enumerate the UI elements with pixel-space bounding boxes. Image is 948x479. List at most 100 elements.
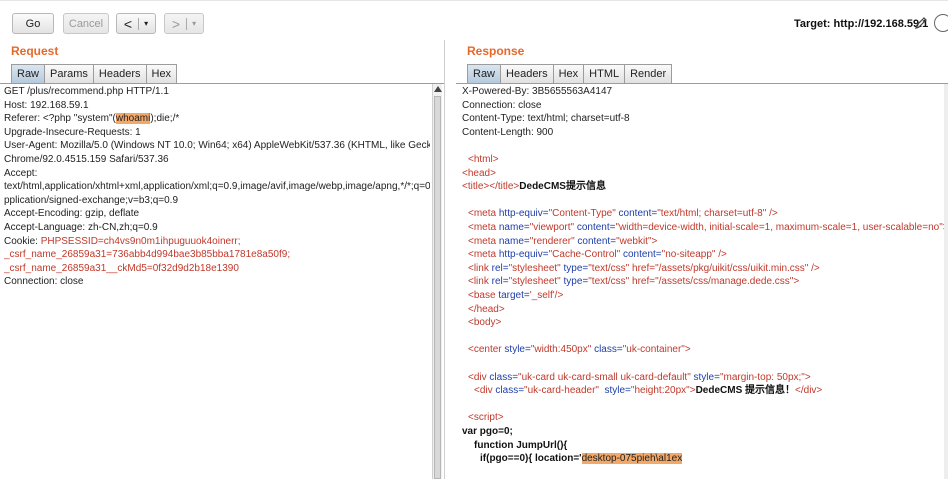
code-token: var pgo=0; bbox=[462, 426, 513, 437]
code-line: <div class="uk-card-header" style="heigh… bbox=[462, 385, 822, 397]
code-line: <div class="uk-card uk-card-small uk-car… bbox=[462, 372, 811, 384]
code-token: "stylesheet" bbox=[508, 262, 564, 274]
code-token: content= bbox=[576, 222, 616, 233]
code-token: <meta bbox=[468, 235, 499, 247]
tab-headers[interactable]: Headers bbox=[500, 64, 554, 83]
tab-hex[interactable]: Hex bbox=[552, 64, 585, 83]
code-token: target= bbox=[498, 290, 530, 301]
code-token: Content-Type: text/html; charset=utf-8 bbox=[462, 113, 630, 125]
tab-hex[interactable]: Hex bbox=[145, 64, 178, 83]
code-token: Accept-Encoding: gzip, deflate bbox=[4, 208, 140, 220]
code-token: <meta bbox=[468, 208, 499, 220]
code-token: style= bbox=[693, 371, 720, 383]
tab-params[interactable]: Params bbox=[44, 64, 94, 83]
code-token: <center bbox=[468, 344, 505, 356]
code-token: "text/css" href="/assets/pkg/uikit/css/u… bbox=[588, 262, 820, 274]
toolbar: Go Cancel < ▾ > ▾ Target: http://192.168… bbox=[0, 0, 948, 40]
code-token: <link bbox=[468, 276, 492, 288]
separator bbox=[186, 17, 188, 30]
edit-target-icon[interactable] bbox=[913, 15, 929, 31]
tab-headers[interactable]: Headers bbox=[92, 64, 147, 83]
scroll-thumb[interactable] bbox=[434, 96, 441, 479]
code-line: User-Agent: Mozilla/5.0 (Windows NT 10.0… bbox=[4, 140, 430, 152]
help-icon[interactable] bbox=[934, 14, 948, 32]
forward-button[interactable]: > ▾ bbox=[164, 13, 204, 34]
code-token: "Cache-Control" bbox=[548, 249, 623, 261]
tab-html[interactable]: HTML bbox=[583, 64, 626, 83]
code-token: name= bbox=[498, 222, 530, 233]
code-token: function JumpUrl(){ bbox=[474, 439, 568, 451]
code-token: User-Agent: Mozilla/5.0 (Windows NT 10.0… bbox=[4, 140, 430, 152]
pane-splitter[interactable] bbox=[444, 40, 445, 479]
request-editor[interactable]: GET /plus/recommend.php HTTP/1.1 Host: 19… bbox=[4, 84, 430, 479]
chevron-left-icon: < bbox=[123, 15, 133, 32]
code-token: Cookie: bbox=[4, 235, 41, 247]
code-token: Upgrade-Insecure-Requests: 1 bbox=[4, 126, 141, 138]
code-token: Referer: <?php "system"( bbox=[4, 113, 116, 125]
code-token: "uk-card-header" bbox=[524, 385, 605, 397]
code-token: pplication/signed-exchange;v=b3;q=0.9 bbox=[4, 194, 179, 206]
code-line: _csrf_name_26859a31__ckMd5=0f32d9d2b18e1… bbox=[4, 263, 239, 275]
code-token: class= bbox=[594, 344, 623, 356]
code-token: _csrf_name_26859a31=736abb4d994bae3b85bb… bbox=[4, 249, 291, 261]
separator bbox=[138, 17, 140, 30]
code-token: class= bbox=[495, 385, 525, 397]
code-line: _csrf_name_26859a31=736abb4d994bae3b85bb… bbox=[4, 249, 290, 261]
code-line: function JumpUrl(){ bbox=[462, 440, 567, 452]
code-token: <base bbox=[468, 290, 499, 301]
response-scrollbar[interactable] bbox=[944, 84, 948, 479]
go-button[interactable]: Go bbox=[12, 13, 54, 34]
back-button[interactable]: < ▾ bbox=[116, 13, 156, 34]
code-line: Connection: close bbox=[4, 276, 84, 288]
code-token: <div bbox=[468, 371, 490, 383]
request-scrollbar[interactable] bbox=[432, 84, 442, 479]
code-line: <meta http-equiv="Cache-Control" content… bbox=[462, 249, 727, 261]
code-line: <meta name="renderer" content="webkit"> bbox=[462, 236, 657, 248]
code-line: <meta name="viewport" content="width=dev… bbox=[462, 222, 944, 234]
code-token: style= bbox=[604, 385, 631, 397]
code-line: Upgrade-Insecure-Requests: 1 bbox=[4, 127, 141, 139]
code-line: Chrome/92.0.4515.159 Safari/537.36 bbox=[4, 154, 169, 166]
code-line: Accept: bbox=[4, 168, 37, 180]
code-token: if(pgo==0){ location=' bbox=[480, 453, 582, 465]
cancel-label: Cancel bbox=[68, 17, 104, 30]
scroll-up-icon[interactable] bbox=[434, 86, 442, 92]
code-token: class= bbox=[489, 371, 519, 383]
response-editor[interactable]: X-Powered-By: 3B5655563A4147 Connection: … bbox=[462, 84, 944, 479]
code-token: content= bbox=[622, 249, 662, 261]
go-label: Go bbox=[25, 17, 41, 30]
chevron-down-icon: ▾ bbox=[192, 19, 197, 28]
code-token: DedeCMS 提示信息！ bbox=[695, 385, 796, 397]
code-token: content= bbox=[577, 235, 617, 247]
code-token: "text/html; charset=utf-8" /> bbox=[657, 208, 778, 220]
code-line: <base target='_self'/> bbox=[462, 290, 563, 302]
code-token: </div> bbox=[795, 385, 823, 397]
code-line: Content-Length: 900 bbox=[462, 127, 553, 139]
code-token: _csrf_name_26859a31__ckMd5=0f32d9d2b18e1… bbox=[4, 262, 239, 274]
chevron-down-icon: ▾ bbox=[144, 19, 149, 28]
code-token: "uk-container"> bbox=[622, 344, 691, 356]
code-token: </title> bbox=[489, 181, 520, 193]
tab-raw[interactable]: Raw bbox=[467, 64, 502, 83]
code-line: <body> bbox=[462, 317, 501, 329]
tab-raw[interactable]: Raw bbox=[11, 64, 46, 83]
code-token: text/html,application/xhtml+xml,applicat… bbox=[4, 181, 430, 193]
code-token: http-equiv= bbox=[498, 249, 549, 261]
tab-render[interactable]: Render bbox=[624, 64, 673, 83]
code-token: whoami bbox=[115, 113, 151, 125]
code-line: <title></title>DedeCMS提示信息 bbox=[462, 181, 606, 193]
code-token: desktop-075pieh\al1ex bbox=[581, 453, 683, 465]
code-token: rel= bbox=[491, 276, 509, 288]
code-line: Accept-Encoding: gzip, deflate bbox=[4, 208, 139, 220]
response-tabs: Raw Headers Hex HTML Render bbox=[467, 64, 673, 84]
cancel-button[interactable]: Cancel bbox=[63, 13, 109, 34]
code-token: http-equiv= bbox=[498, 208, 549, 220]
code-token: '_self'/> bbox=[529, 290, 564, 301]
code-line: <head> bbox=[462, 168, 496, 180]
code-line: GET /plus/recommend.php HTTP/1.1 bbox=[4, 86, 169, 98]
chevron-right-icon: > bbox=[171, 15, 181, 32]
code-token: "width=device-width, initial-scale=1, ma… bbox=[615, 222, 945, 233]
code-line: text/html,application/xhtml+xml,applicat… bbox=[4, 181, 430, 193]
code-token: DedeCMS提示信息 bbox=[519, 181, 606, 193]
code-token: <script> bbox=[468, 412, 504, 424]
